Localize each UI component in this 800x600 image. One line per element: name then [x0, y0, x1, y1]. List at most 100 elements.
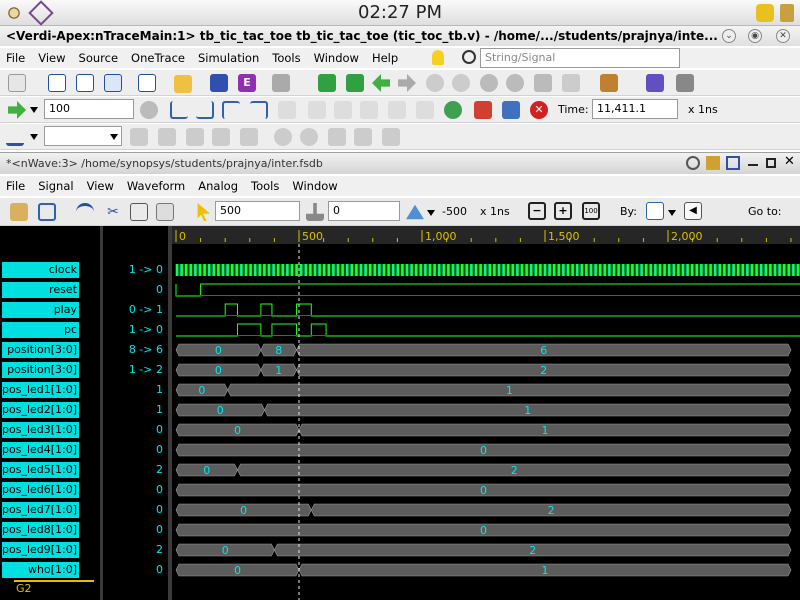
- t-step-icon[interactable]: [308, 101, 326, 119]
- signal-name[interactable]: pos_led9[1:0]: [2, 542, 79, 558]
- check-tool-1[interactable]: [130, 128, 148, 146]
- d-icon[interactable]: [426, 74, 444, 92]
- down-step-icon[interactable]: [346, 74, 364, 92]
- signal-name[interactable]: position[3:0]: [2, 362, 79, 378]
- step-icon-5[interactable]: [278, 101, 296, 119]
- signal-name[interactable]: pos_led8[1:0]: [2, 522, 79, 538]
- apps-icon[interactable]: [646, 74, 664, 92]
- search-field[interactable]: String/Signal: [480, 48, 680, 68]
- hierarchy-icon[interactable]: [104, 74, 122, 92]
- check-icon[interactable]: [6, 128, 24, 146]
- cut-icon[interactable]: ✂: [104, 203, 122, 221]
- signal-name[interactable]: reset: [2, 282, 79, 298]
- step-icon-3[interactable]: [222, 101, 240, 119]
- import-icon[interactable]: [272, 74, 290, 92]
- step-icon-1[interactable]: [170, 101, 188, 119]
- notes-icon[interactable]: [562, 74, 580, 92]
- nwave-undo-icon[interactable]: [76, 203, 94, 221]
- signal-name[interactable]: pc: [2, 322, 79, 338]
- folder-icon[interactable]: [174, 75, 192, 93]
- delta-icon[interactable]: [406, 204, 424, 220]
- back-arrow-icon[interactable]: [372, 74, 390, 92]
- edit-icon[interactable]: [210, 74, 228, 92]
- cursor-time-field[interactable]: 500: [215, 201, 300, 221]
- cs-icon[interactable]: [360, 101, 378, 119]
- zoom-fit-icon[interactable]: 100: [582, 202, 600, 220]
- signal-name[interactable]: pos_led2[1:0]: [2, 402, 79, 418]
- step-field[interactable]: 100: [44, 99, 134, 119]
- up-icon[interactable]: [480, 74, 498, 92]
- waveform-canvas[interactable]: 0 500 1,000 1,500 2,0000 8 60 1 20 10 10 100 200 200 2…: [172, 226, 800, 600]
- register-icon[interactable]: [138, 74, 156, 92]
- menu-tools[interactable]: Tools: [272, 51, 300, 65]
- by-dropdown-icon[interactable]: [668, 210, 676, 216]
- tb-icon[interactable]: [334, 101, 352, 119]
- menu-view[interactable]: View: [38, 51, 65, 65]
- refresh-icon[interactable]: [444, 101, 462, 119]
- nwave-menu-waveform[interactable]: Waveform: [127, 179, 185, 193]
- menu-simulation[interactable]: Simulation: [198, 51, 259, 65]
- run-dropdown-icon[interactable]: [30, 107, 38, 113]
- filter-dropdown-icon[interactable]: [110, 134, 118, 140]
- reload-icon[interactable]: [38, 203, 56, 221]
- marker-time-field[interactable]: 0: [328, 201, 400, 221]
- minimize-icon[interactable]: ⌄: [722, 29, 736, 43]
- nwave-close-icon[interactable]: ✕: [784, 154, 795, 169]
- new-file-icon[interactable]: [8, 74, 26, 92]
- nwave-menu-window[interactable]: Window: [292, 179, 337, 193]
- bookmark-list-icon[interactable]: [502, 101, 520, 119]
- signal-name[interactable]: pos_led5[1:0]: [2, 462, 79, 478]
- e-icon[interactable]: E: [238, 74, 256, 92]
- pointer-icon[interactable]: [197, 203, 211, 221]
- check-tool-3[interactable]: [186, 128, 204, 146]
- check-tool-5[interactable]: [240, 128, 258, 146]
- check-tool-4[interactable]: [212, 128, 230, 146]
- lightbulb-icon[interactable]: [432, 50, 444, 65]
- check-tool-2[interactable]: [158, 128, 176, 146]
- zoom-in-icon[interactable]: +: [554, 202, 572, 220]
- marker-icon[interactable]: [306, 203, 324, 221]
- signal-name[interactable]: play: [2, 302, 79, 318]
- signal-name[interactable]: position[3:0]: [2, 342, 79, 358]
- stop-icon[interactable]: [140, 101, 158, 119]
- nwave-tools-icon[interactable]: [706, 156, 720, 170]
- search-icon[interactable]: [462, 50, 476, 64]
- menu-file[interactable]: File: [6, 51, 25, 65]
- nwave-minimize-icon[interactable]: [748, 164, 758, 166]
- redo-icon[interactable]: [300, 128, 318, 146]
- paste-icon[interactable]: [156, 203, 174, 221]
- step-icon-4[interactable]: [250, 101, 268, 119]
- l-icon[interactable]: [452, 74, 470, 92]
- signal-name[interactable]: clock: [2, 262, 79, 278]
- tree-icon[interactable]: [382, 128, 400, 146]
- cancel-icon[interactable]: ✕: [530, 101, 548, 119]
- delta-dropdown-icon[interactable]: [427, 210, 435, 216]
- menu-source[interactable]: Source: [79, 51, 119, 65]
- signal-group-label[interactable]: G2: [14, 580, 94, 595]
- menu-window[interactable]: Window: [314, 51, 359, 65]
- zoom-out-icon[interactable]: −: [528, 202, 546, 220]
- by-edge-icon[interactable]: [646, 202, 664, 220]
- nwave-maximize-icon[interactable]: [766, 158, 776, 168]
- forward-arrow-icon[interactable]: [398, 74, 416, 92]
- signal-name[interactable]: pos_led3[1:0]: [2, 422, 79, 438]
- check-dropdown-icon[interactable]: [30, 134, 38, 140]
- t-icon[interactable]: [318, 74, 336, 92]
- box-icon[interactable]: [534, 74, 552, 92]
- time-ruler[interactable]: [172, 226, 800, 244]
- open-icon[interactable]: [10, 203, 28, 221]
- signal-name[interactable]: pos_led4[1:0]: [2, 442, 79, 458]
- waveform-panel[interactable]: 0 500 1,000 1,500 2,000 0 8 6 0 1 2 0 1 0 1 0 1 0 0 2 0 0 2 0 0 2…: [172, 226, 800, 600]
- menu-help[interactable]: Help: [372, 51, 398, 65]
- options-icon[interactable]: ◉: [748, 29, 762, 43]
- undo-icon[interactable]: [274, 128, 292, 146]
- user-menu-icon[interactable]: [780, 4, 794, 22]
- close-icon[interactable]: ✕: [776, 29, 790, 43]
- waveform-icon[interactable]: [48, 74, 66, 92]
- move-up-icon[interactable]: [328, 128, 346, 146]
- nwave-menu-analog[interactable]: Analog: [198, 179, 238, 193]
- signal-name[interactable]: pos_led1[1:0]: [2, 382, 79, 398]
- nwave-menu-signal[interactable]: Signal: [38, 179, 73, 193]
- schematic-icon[interactable]: [76, 74, 94, 92]
- nwave-undock-icon[interactable]: [726, 156, 740, 170]
